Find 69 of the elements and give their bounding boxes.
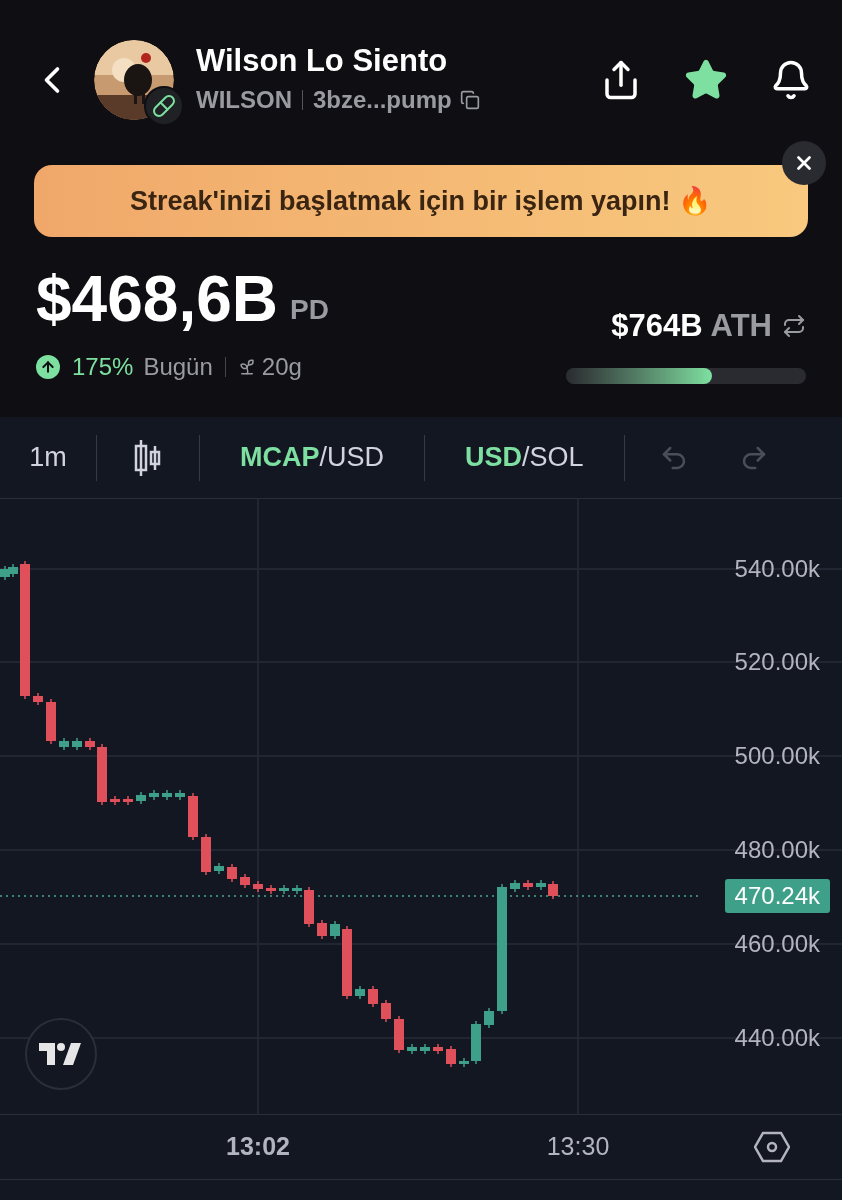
time-axis-label: 13:02 <box>226 1131 290 1163</box>
price-axis-label: 540.00k <box>734 557 820 581</box>
candle <box>536 879 546 891</box>
candle <box>227 863 237 883</box>
close-button[interactable] <box>782 141 826 185</box>
candle <box>188 792 198 841</box>
candle <box>304 886 314 928</box>
candle <box>433 1043 443 1055</box>
market-cap: $468,6B <box>36 267 278 331</box>
interval-button[interactable]: 1m <box>0 437 96 478</box>
time-axis-label: 13:30 <box>546 1131 610 1163</box>
candle <box>407 1043 417 1055</box>
price-axis-label: 520.00k <box>734 650 820 674</box>
candle <box>459 1057 469 1068</box>
settings-icon[interactable] <box>754 1131 790 1163</box>
candle <box>110 795 120 806</box>
ath-value: $764B <box>611 307 703 345</box>
candle <box>46 698 56 745</box>
candle <box>317 919 327 940</box>
token-name: Wilson Lo Siento <box>196 41 449 80</box>
candle <box>394 1015 404 1054</box>
candle <box>330 920 340 940</box>
candle <box>446 1045 456 1068</box>
candle <box>484 1007 494 1029</box>
swap-icon[interactable] <box>782 314 806 339</box>
candle <box>175 789 185 801</box>
candle <box>240 873 250 889</box>
candle <box>59 737 69 751</box>
currency-toggle[interactable]: MCAP/USD <box>200 437 424 478</box>
price-axis-label: 480.00k <box>734 838 820 862</box>
candle <box>136 791 146 805</box>
candle <box>97 743 107 806</box>
market-cap-unit: PD <box>289 293 329 327</box>
candle <box>355 985 365 1000</box>
price-axis-label: 460.00k <box>734 932 820 956</box>
candle <box>162 789 172 801</box>
candle <box>266 884 276 895</box>
candle <box>279 884 289 895</box>
candle <box>368 985 378 1008</box>
copy-icon[interactable] <box>459 90 480 111</box>
last-price-label: 470.24k <box>724 879 830 913</box>
candle <box>548 880 558 900</box>
candle <box>292 884 302 895</box>
candle <box>149 789 159 801</box>
candle <box>33 692 43 706</box>
token-address: 3bze...pump <box>313 85 452 116</box>
change-percent: 175% <box>72 352 134 382</box>
token-age: 20g <box>261 352 302 382</box>
candle <box>201 833 211 876</box>
sprout-icon <box>237 358 256 376</box>
candle <box>523 879 533 891</box>
candle <box>72 737 82 751</box>
price-axis-label: 500.00k <box>734 744 820 768</box>
candle <box>85 737 95 751</box>
ath-label: ATH <box>710 307 772 345</box>
candle <box>8 563 18 578</box>
change-period: Bugün <box>143 352 213 382</box>
price-axis-label: 440.00k <box>734 1026 820 1050</box>
candle <box>253 880 263 893</box>
currency-toggle[interactable]: USD/SOL <box>425 437 624 478</box>
token-ticker: WILSON <box>196 85 292 116</box>
candle <box>214 862 224 875</box>
candle <box>510 879 520 893</box>
candlestick-icon[interactable] <box>133 437 163 478</box>
candle <box>471 1020 481 1065</box>
streak-banner: Streak'inizi başlatmak için bir işlem yapın! 🔥 <box>34 165 808 237</box>
candle <box>123 795 133 806</box>
candle <box>420 1043 430 1055</box>
candle <box>381 999 391 1023</box>
